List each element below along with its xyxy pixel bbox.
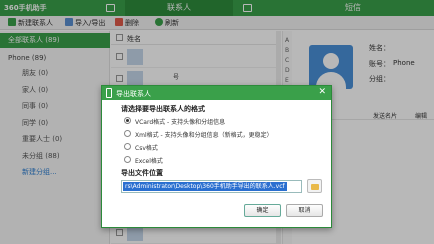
radio-vcard[interactable] — [124, 117, 131, 124]
radio-xml[interactable] — [124, 130, 131, 137]
radio-excel[interactable] — [124, 156, 131, 163]
option-xml-label: Xml格式 - 支持头像和分组信息（新格式，更稳定） — [135, 132, 273, 139]
phone-icon — [106, 88, 112, 98]
radio-csv[interactable] — [124, 143, 131, 150]
cancel-button[interactable]: 取消 — [286, 204, 323, 217]
format-heading: 请选择要导出联系人的格式 — [121, 105, 205, 113]
dialog-title: 导出联系人 — [116, 90, 151, 98]
dialog-title-bar: 导出联系人 ✕ — [102, 86, 331, 100]
export-contacts-dialog: 导出联系人 ✕ 请选择要导出联系人的格式 VCard格式 - 支持头像和分组信息… — [101, 85, 332, 228]
option-csv-label: Csv格式 — [135, 145, 158, 152]
folder-icon — [311, 184, 319, 190]
close-icon[interactable]: ✕ — [318, 87, 326, 97]
option-vcard-label: VCard格式 - 支持头像和分组信息 — [135, 119, 226, 126]
browse-folder-button[interactable] — [307, 179, 322, 193]
export-path-input[interactable]: rs\Administrator\Desktop\360手机助手导出的联系人.v… — [121, 180, 302, 193]
export-path-value: rs\Administrator\Desktop\360手机助手导出的联系人.v… — [123, 182, 287, 191]
ok-button[interactable]: 确定 — [244, 204, 281, 217]
option-excel-label: Excel格式 — [135, 158, 163, 165]
location-heading: 导出文件位置 — [121, 169, 163, 177]
